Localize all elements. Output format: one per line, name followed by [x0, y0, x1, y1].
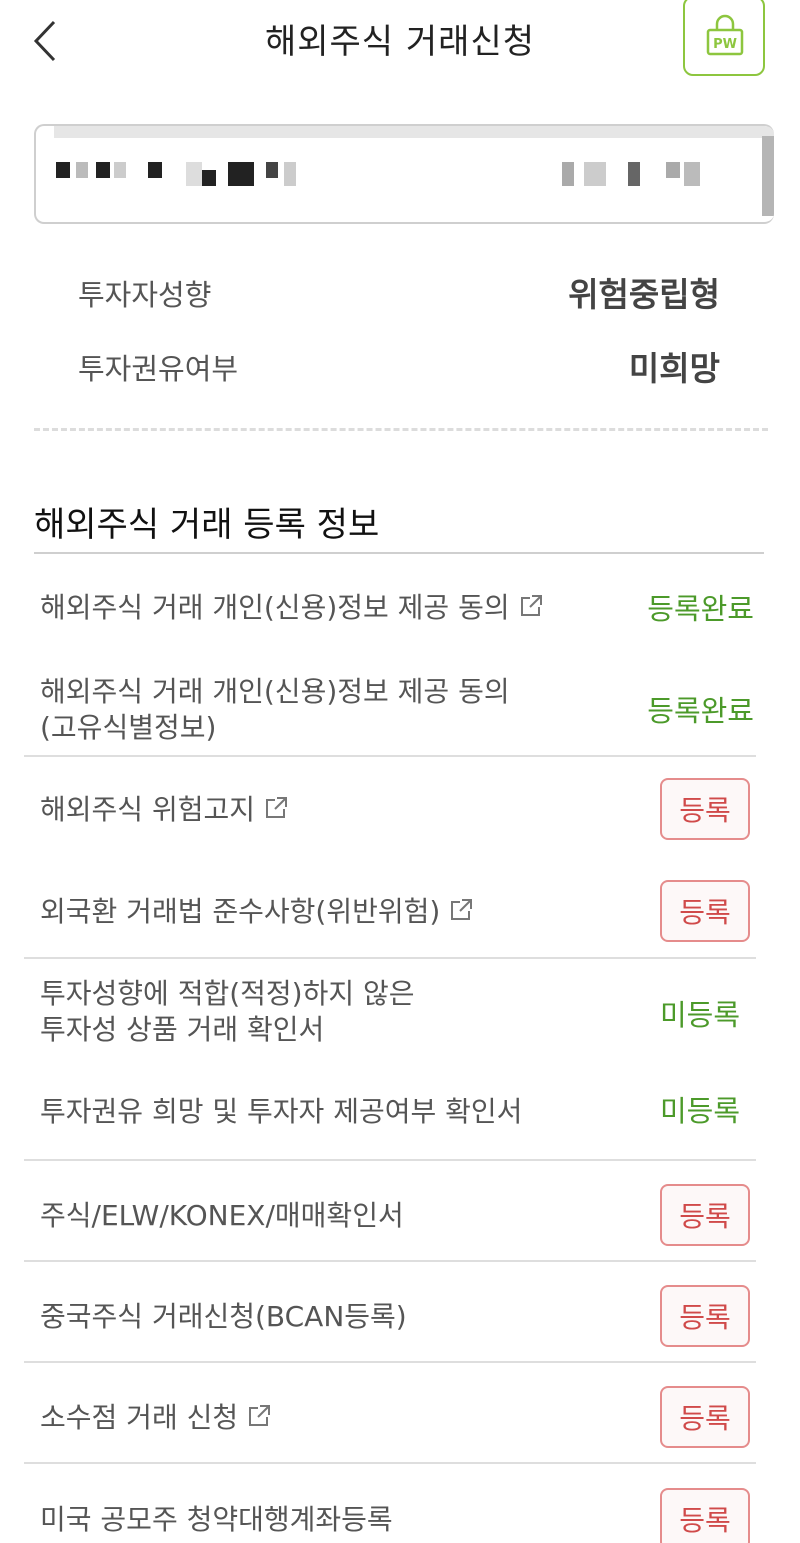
register-button[interactable]: 등록 — [660, 880, 750, 942]
external-link-icon[interactable] — [263, 794, 289, 830]
list-item: 미국 공모주 청약대행계좌등록 등록 — [24, 1488, 756, 1543]
item-label-line1: 해외주식 거래 개인(신용)정보 제공 동의 — [40, 591, 510, 624]
status-registered: 등록완료 — [647, 592, 754, 626]
item-label: 해외주식 거래 개인(신용)정보 제공 동의 (고유식별정보) — [40, 674, 510, 746]
list-item: 투자성향에 적합(적정)하지 않은 투자성 상품 거래 확인서 미등록 — [24, 976, 756, 1056]
section-title: 해외주식 거래 등록 정보 — [34, 505, 380, 545]
item-label: 해외주식 거래 개인(신용)정보 제공 동의 — [40, 590, 544, 628]
item-label-line1: 투자권유 희망 및 투자자 제공여부 확인서 — [40, 1095, 523, 1128]
item-label-line2: (고유식별정보) — [40, 711, 217, 744]
item-label: 해외주식 위험고지 — [40, 792, 289, 830]
item-label-line1: 해외주식 거래 개인(신용)정보 제공 동의 — [40, 675, 510, 708]
item-label-line1: 중국주식 거래신청(BCAN등록) — [40, 1300, 407, 1333]
invest-type-value: 위험중립형 — [568, 275, 720, 314]
scrollbar[interactable] — [762, 136, 774, 216]
list-item: 해외주식 위험고지 등록 — [24, 778, 756, 840]
item-label: 투자성향에 적합(적정)하지 않은 투자성 상품 거래 확인서 — [40, 976, 415, 1048]
invest-type-row: 투자자성향 위험중립형 — [0, 266, 800, 316]
password-button[interactable]: PW — [683, 0, 765, 76]
register-button[interactable]: 등록 — [660, 1285, 750, 1347]
pw-label: PW — [713, 37, 737, 52]
item-label-line1: 주식/ELW/KONEX/매매확인서 — [40, 1199, 404, 1232]
divider — [24, 1462, 756, 1464]
external-link-icon[interactable] — [448, 896, 474, 932]
divider — [24, 1361, 756, 1363]
list-item: 투자권유 희망 및 투자자 제공여부 확인서 미등록 — [24, 1094, 756, 1134]
item-label: 투자권유 희망 및 투자자 제공여부 확인서 — [40, 1094, 522, 1130]
list-item: 해외주식 거래 개인(신용)정보 제공 동의 (고유식별정보) 등록완료 — [24, 674, 756, 754]
section-divider — [34, 552, 764, 554]
header: 해외주식 거래신청 PW — [0, 0, 800, 80]
list-item: 소수점 거래 신청 등록 — [24, 1386, 756, 1448]
divider — [24, 1159, 756, 1161]
item-label-line1: 미국 공모주 청약대행계좌등록 — [40, 1503, 393, 1536]
status-unregistered: 미등록 — [659, 1094, 740, 1128]
item-label: 외국환 거래법 준수사항(위반위험) — [40, 894, 474, 932]
item-label: 주식/ELW/KONEX/매매확인서 — [40, 1198, 404, 1234]
solicit-label: 투자권유여부 — [78, 352, 239, 386]
status-registered: 등록완료 — [647, 694, 754, 728]
register-button[interactable]: 등록 — [660, 778, 750, 840]
item-label-line1: 소수점 거래 신청 — [40, 1401, 239, 1434]
register-button[interactable]: 등록 — [660, 1386, 750, 1448]
item-label: 미국 공모주 청약대행계좌등록 — [40, 1502, 393, 1538]
page-title: 해외주식 거래신청 — [264, 22, 536, 62]
item-label: 중국주식 거래신청(BCAN등록) — [40, 1299, 407, 1335]
external-link-icon[interactable] — [246, 1402, 272, 1438]
account-topbar — [54, 126, 774, 138]
account-selector[interactable] — [34, 124, 774, 224]
list-item: 해외주식 거래 개인(신용)정보 제공 동의 등록완료 — [24, 590, 756, 630]
item-label-line2: 투자성 상품 거래 확인서 — [40, 1013, 325, 1046]
list-item: 중국주식 거래신청(BCAN등록) 등록 — [24, 1285, 756, 1347]
item-label-line1: 투자성향에 적합(적정)하지 않은 — [40, 977, 415, 1010]
register-button[interactable]: 등록 — [660, 1488, 750, 1543]
status-unregistered: 미등록 — [659, 998, 740, 1032]
solicit-row: 투자권유여부 미희망 — [0, 340, 800, 390]
invest-type-label: 투자자성향 — [78, 278, 212, 312]
item-label-line1: 외국환 거래법 준수사항(위반위험) — [40, 895, 441, 928]
solicit-value: 미희망 — [628, 349, 720, 388]
divider — [24, 957, 756, 959]
external-link-icon[interactable] — [518, 592, 544, 628]
divider — [24, 1260, 756, 1262]
item-label: 소수점 거래 신청 — [40, 1400, 272, 1438]
list-item: 외국환 거래법 준수사항(위반위험) 등록 — [24, 880, 756, 942]
dashed-divider — [34, 428, 768, 431]
list-item: 주식/ELW/KONEX/매매확인서 등록 — [24, 1184, 756, 1246]
lock-icon: PW — [706, 14, 744, 56]
item-label-line1: 해외주식 위험고지 — [40, 793, 255, 826]
register-button[interactable]: 등록 — [660, 1184, 750, 1246]
divider — [24, 755, 756, 757]
